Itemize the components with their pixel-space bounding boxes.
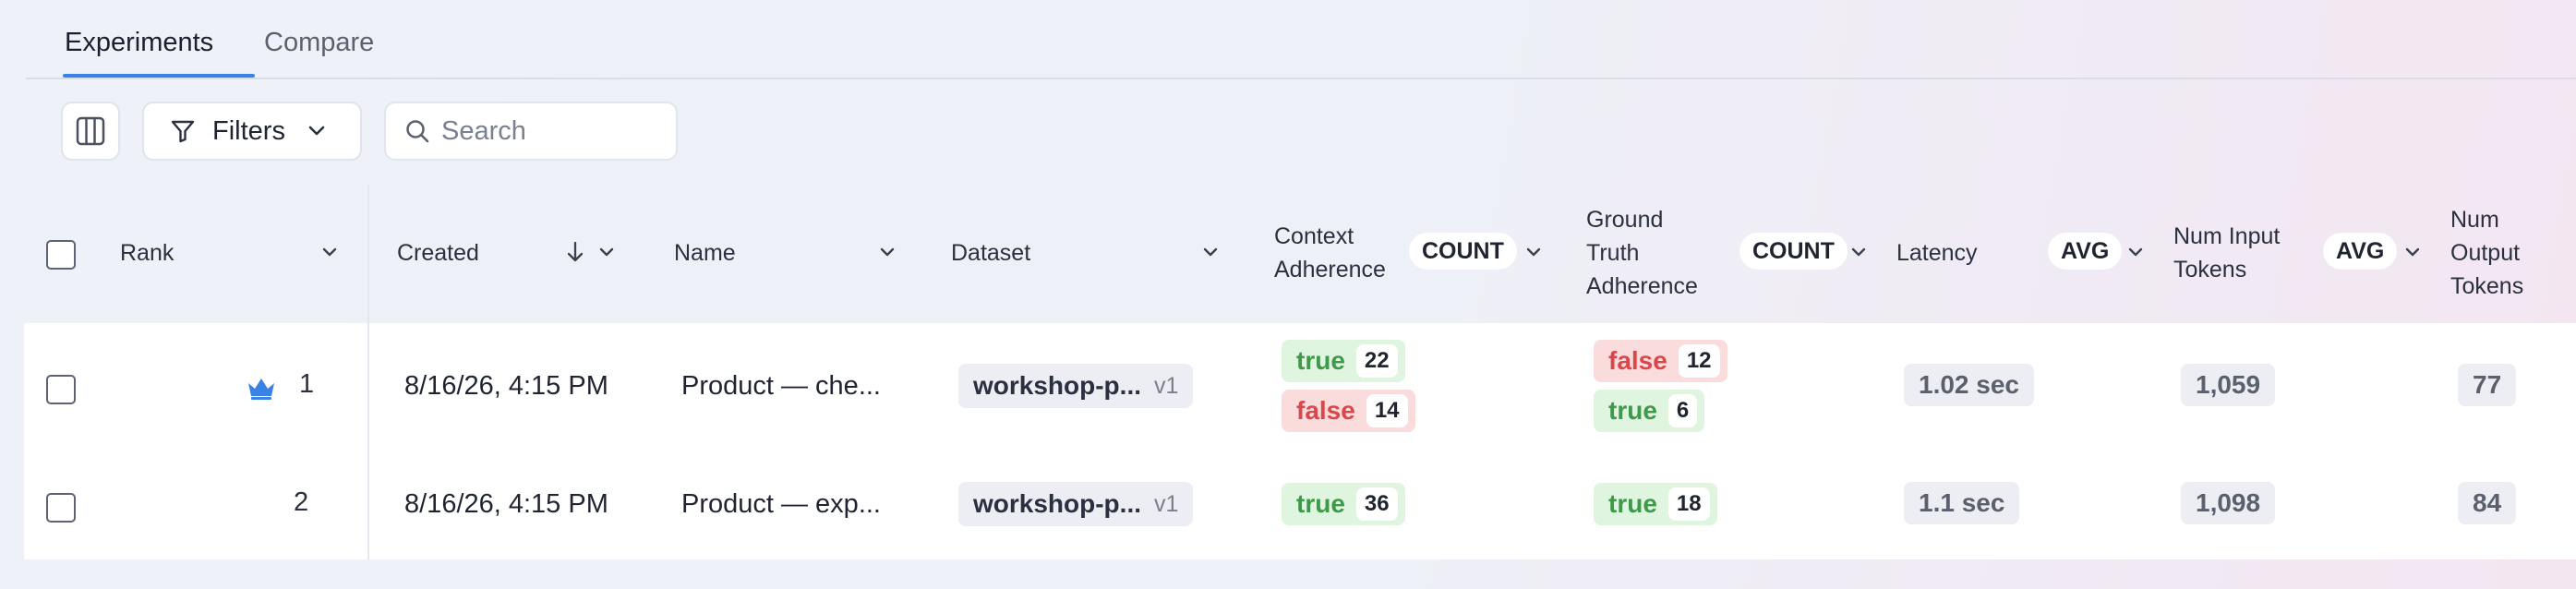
arrow-down-icon[interactable] <box>565 240 585 264</box>
chevron-down-icon[interactable] <box>1200 242 1221 262</box>
filters-button[interactable]: Filters <box>142 102 362 161</box>
crown-icon <box>248 379 274 400</box>
chevron-down-icon[interactable] <box>877 242 897 262</box>
context-adherence-chip: false 14 <box>1282 390 1415 432</box>
columns-icon <box>76 116 105 146</box>
column-header-ground-truth-adherence[interactable]: Ground Truth Adherence <box>1586 203 1698 303</box>
ground-truth-adherence-chip: true 18 <box>1594 483 1717 525</box>
dataset-name: workshop-p... <box>973 371 1141 400</box>
dataset-version: v1 <box>1154 490 1179 517</box>
chevron-down-icon[interactable] <box>1848 242 1869 262</box>
column-header-name[interactable]: Name <box>674 236 736 270</box>
chevron-down-icon[interactable] <box>2402 242 2423 262</box>
ground-truth-adherence-chip: false 12 <box>1594 340 1727 382</box>
aggregation-badge[interactable]: COUNT <box>1739 233 1848 270</box>
active-tab-indicator <box>63 74 255 78</box>
filters-label: Filters <box>212 115 285 146</box>
created-value: 8/16/26, 4:15 PM <box>404 371 608 401</box>
chevron-down-icon[interactable] <box>596 242 617 262</box>
latency-value: 1.1 sec <box>1904 482 2020 524</box>
num-input-tokens-value: 1,098 <box>2181 482 2276 524</box>
column-header-created[interactable]: Created <box>397 236 479 270</box>
column-header-num-input-tokens[interactable]: Num Input Tokens <box>2173 220 2280 286</box>
dataset-chip[interactable]: workshop-p... v1 <box>958 364 1194 408</box>
column-header-dataset[interactable]: Dataset <box>951 236 1030 270</box>
context-adherence-chip: true 22 <box>1282 340 1405 382</box>
aggregation-badge[interactable]: COUNT <box>1409 233 1517 270</box>
aggregation-badge[interactable]: AVG <box>2048 233 2123 270</box>
dataset-version: v1 <box>1154 372 1179 399</box>
row-checkbox[interactable] <box>46 375 76 404</box>
tab-compare[interactable]: Compare <box>264 28 374 58</box>
tab-experiments[interactable]: Experiments <box>65 28 213 58</box>
search-box[interactable] <box>384 102 678 161</box>
latency-value: 1.02 sec <box>1904 364 2034 406</box>
num-input-tokens-value: 1,059 <box>2181 364 2276 406</box>
experiment-name[interactable]: Product — exp... <box>681 489 881 520</box>
experiments-table: Rank Created Name Dataset Context Adhere… <box>24 185 2576 559</box>
search-input[interactable] <box>441 115 663 147</box>
chevron-down-icon[interactable] <box>319 242 340 262</box>
chevron-down-icon <box>308 126 325 136</box>
num-output-tokens-value: 84 <box>2458 482 2517 524</box>
select-all-checkbox[interactable] <box>46 240 76 270</box>
tab-bar: Experiments Compare <box>26 0 2576 79</box>
column-header-num-output-tokens[interactable]: Num Output Tokens <box>2450 203 2523 303</box>
num-output-tokens-value: 77 <box>2458 364 2517 406</box>
row-checkbox[interactable] <box>46 493 76 523</box>
rank-value: 2 <box>294 487 309 517</box>
ground-truth-adherence-chip: true 6 <box>1594 390 1705 432</box>
chevron-down-icon[interactable] <box>2125 242 2146 262</box>
column-header-latency[interactable]: Latency <box>1896 236 1978 270</box>
context-adherence-chip: true 36 <box>1282 483 1405 525</box>
filter-icon <box>171 120 195 143</box>
column-divider <box>367 185 369 559</box>
created-value: 8/16/26, 4:15 PM <box>404 489 608 519</box>
dataset-chip[interactable]: workshop-p... v1 <box>958 482 1194 526</box>
columns-button[interactable] <box>61 102 120 161</box>
dataset-name: workshop-p... <box>973 489 1141 518</box>
search-icon <box>406 120 429 143</box>
rank-value: 1 <box>299 369 315 399</box>
chevron-down-icon[interactable] <box>1523 242 1544 262</box>
column-header-rank[interactable]: Rank <box>120 236 174 270</box>
table-header: Rank Created Name Dataset Context Adhere… <box>24 185 2576 323</box>
experiment-name[interactable]: Product — che... <box>681 371 881 402</box>
column-header-context-adherence[interactable]: Context Adherence <box>1274 220 1386 286</box>
table-body: 1 8/16/26, 4:15 PM Product — che... work… <box>24 323 2576 559</box>
aggregation-badge[interactable]: AVG <box>2323 233 2398 270</box>
